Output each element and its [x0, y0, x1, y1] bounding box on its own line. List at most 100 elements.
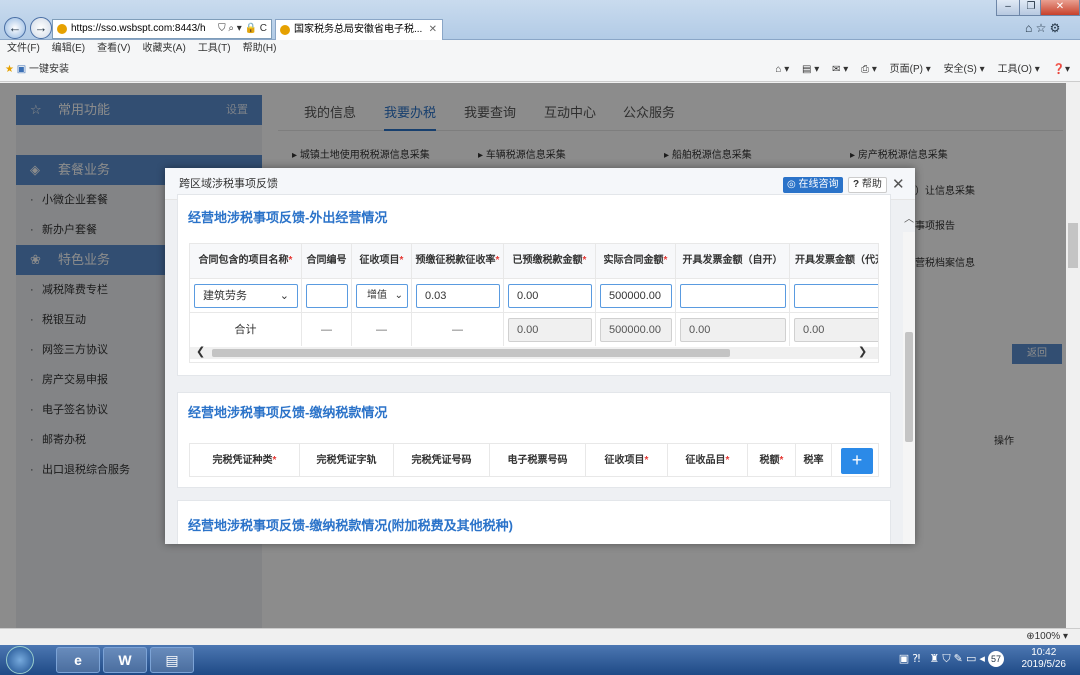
col-header-label: 合同包含的项目名称 — [198, 255, 289, 266]
table-cell: — — [352, 312, 412, 346]
start-button[interactable] — [6, 646, 34, 674]
required-mark: * — [288, 255, 293, 266]
menu-favorites[interactable]: 收藏夹(A) — [142, 43, 185, 54]
col-header-label: 征收项目 — [604, 455, 645, 466]
project-select[interactable]: 建筑劳务 ⌄ — [194, 284, 298, 308]
question-icon: ? — [853, 179, 862, 190]
clock-time: 10:42 — [1031, 647, 1057, 658]
table-hscrollbar[interactable]: ❮ ❯ — [190, 345, 878, 359]
scroll-left-icon[interactable]: ❮ — [196, 345, 205, 358]
prepaid-input[interactable]: 0.00 — [508, 284, 592, 308]
forward-icon[interactable]: → — [30, 17, 52, 39]
page-scrollbar[interactable] — [1066, 83, 1080, 628]
tab-close-icon[interactable]: ✕ — [429, 20, 437, 40]
col-header: 税率 — [796, 444, 832, 476]
table-cell: 0.00 — [504, 278, 596, 312]
address-controls-icon[interactable]: ⛉ ⌕ ▾ 🔒 C — [218, 20, 267, 38]
col-header: 开具发票金额（代开） — [790, 244, 878, 278]
col-header: 电子税票号码 — [490, 444, 586, 476]
col-header: 征收品目* — [668, 444, 748, 476]
mail-icon[interactable]: ✉ ▾ — [832, 64, 848, 75]
actual-amount-input[interactable]: 500000.00 — [600, 284, 672, 308]
col-header: 税额* — [748, 444, 796, 476]
required-mark: * — [663, 255, 668, 266]
chevron-down-icon: ⌄ — [394, 290, 403, 301]
zoom-control[interactable]: ⊕100% ▾ — [1026, 629, 1068, 645]
browser-tab[interactable]: 国家税务总局安徽省电子税... ✕ — [275, 19, 443, 40]
contract-no-input[interactable] — [306, 284, 348, 308]
zoom-icon: ⊕ — [1026, 631, 1035, 642]
zoom-level: 100% — [1034, 631, 1061, 642]
minimize-icon[interactable]: – — [996, 0, 1020, 16]
menu-tools[interactable]: 工具(T) — [198, 43, 231, 54]
section-title: 经营地涉税事项反馈-外出经营情况 — [188, 210, 388, 225]
page-menu[interactable]: 页面(P) ▾ — [890, 64, 931, 75]
menu-file[interactable]: 文件(F) — [7, 43, 40, 54]
dash-cell: — — [452, 324, 463, 336]
project-value: 建筑劳务 — [203, 290, 247, 302]
agent-invoice-input[interactable] — [794, 284, 878, 308]
menu-edit[interactable]: 编辑(E) — [52, 43, 85, 54]
col-header: 合同包含的项目名称* — [190, 244, 302, 278]
clock[interactable]: 10:42 2019/5/26 — [1022, 647, 1067, 671]
col-header-label: 实际合同金额 — [603, 255, 664, 266]
dialog-scroll-thumb[interactable] — [905, 332, 913, 442]
favorites-bar: ★ ▣ 一键安装 ⌂ ▾ ▤ ▾ ✉ ▾ ⎙ ▾ 页面(P) ▾ 安全(S) ▾… — [0, 58, 1080, 82]
dialog-close-icon[interactable]: ✕ — [892, 175, 905, 193]
headset-icon: ◎ — [787, 179, 799, 190]
ie-taskbar-icon[interactable]: e — [56, 647, 100, 673]
page-icon: ▣ — [16, 64, 27, 75]
dialog-body: 经营地涉税事项反馈-外出经营情况 合同包含的项目名称* 合同编号 征收项目* 预… — [165, 194, 915, 544]
required-mark: * — [272, 455, 277, 466]
levy-value: 增值 — [367, 290, 387, 301]
help-button[interactable]: ? 帮助 — [848, 177, 887, 193]
window-close-icon[interactable]: ✕ — [1040, 0, 1080, 16]
tools-menu[interactable]: 工具(O) ▾ — [997, 64, 1039, 75]
address-bar[interactable]: https://sso.wsbspt.com:8443/h ⛉ ⌕ ▾ 🔒 C — [52, 19, 272, 39]
home-icon[interactable]: ⌂ ▾ — [775, 64, 789, 75]
table-cell: 建筑劳务 ⌄ — [190, 278, 302, 312]
status-bar: ⊕100% ▾ — [0, 628, 1080, 645]
back-icon[interactable]: ← — [4, 17, 26, 39]
table-cell: 0.00 — [676, 312, 790, 346]
rate-input[interactable]: 0.03 — [416, 284, 500, 308]
clock-date: 2019/5/26 — [1021, 659, 1067, 670]
safety-menu[interactable]: 安全(S) ▾ — [944, 64, 985, 75]
page-scroll-thumb[interactable] — [1068, 223, 1078, 268]
col-header: 开具发票金额（自开） — [676, 244, 790, 278]
col-header: 完税凭证种类* — [190, 444, 300, 476]
word-taskbar-icon[interactable]: W — [103, 647, 147, 673]
table-scroll-thumb[interactable] — [212, 349, 730, 357]
col-header: 预缴征税款征收率* — [412, 244, 504, 278]
feeds-icon[interactable]: ▤ ▾ — [802, 64, 819, 75]
self-invoice-input[interactable] — [680, 284, 786, 308]
total-actual: 500000.00 — [600, 318, 672, 342]
add-row-button[interactable]: + — [841, 448, 873, 474]
scroll-right-icon[interactable]: ❯ — [858, 345, 867, 358]
dialog-scrollbar[interactable]: ︿ ﹀ — [903, 214, 915, 544]
table-cell: 增值 ⌄ — [352, 278, 412, 312]
scroll-up-icon[interactable]: ︿ — [904, 210, 914, 225]
col-header: 完税凭证字轨 — [300, 444, 394, 476]
fav-link[interactable]: 一键安装 — [29, 64, 69, 75]
menu-help[interactable]: 帮助(H) — [243, 43, 277, 54]
col-header-label: 预缴征税款征收率 — [415, 255, 496, 266]
favorites-star-icon[interactable]: ★ — [5, 64, 14, 75]
online-consult-button[interactable]: ◎ 在线咨询 — [783, 177, 843, 193]
dash-cell: — — [376, 324, 387, 336]
home-star-gear-icon[interactable]: ⌂ ☆ ⚙ — [1025, 21, 1060, 35]
required-mark: * — [495, 255, 500, 266]
col-header: 实际合同金额* — [596, 244, 676, 278]
feedback-dialog: 跨区域涉税事项反馈 ◎ 在线咨询 ? 帮助 ✕ 经营地涉税事项反馈-外出经营情况… — [165, 168, 915, 544]
explorer-taskbar-icon[interactable]: ▤ — [150, 647, 194, 673]
url-text: https://sso.wsbspt.com:8443/h — [71, 23, 206, 34]
print-icon[interactable]: ⎙ ▾ — [861, 64, 877, 75]
help-label: 帮助 — [861, 179, 882, 190]
required-mark: * — [644, 455, 649, 466]
help-icon[interactable]: ❓▾ — [1053, 64, 1070, 75]
levy-select[interactable]: 增值 ⌄ — [356, 284, 408, 308]
outbound-table: 合同包含的项目名称* 合同编号 征收项目* 预缴征税款征收率* 已预缴税款金额*… — [189, 243, 879, 363]
tray-icons[interactable]: ▣ ⁈ ♜ ⛉ ✎ ▭ ◂ — [899, 653, 985, 665]
notification-badge[interactable]: 57 — [988, 651, 1004, 667]
menu-view[interactable]: 查看(V) — [97, 43, 130, 54]
